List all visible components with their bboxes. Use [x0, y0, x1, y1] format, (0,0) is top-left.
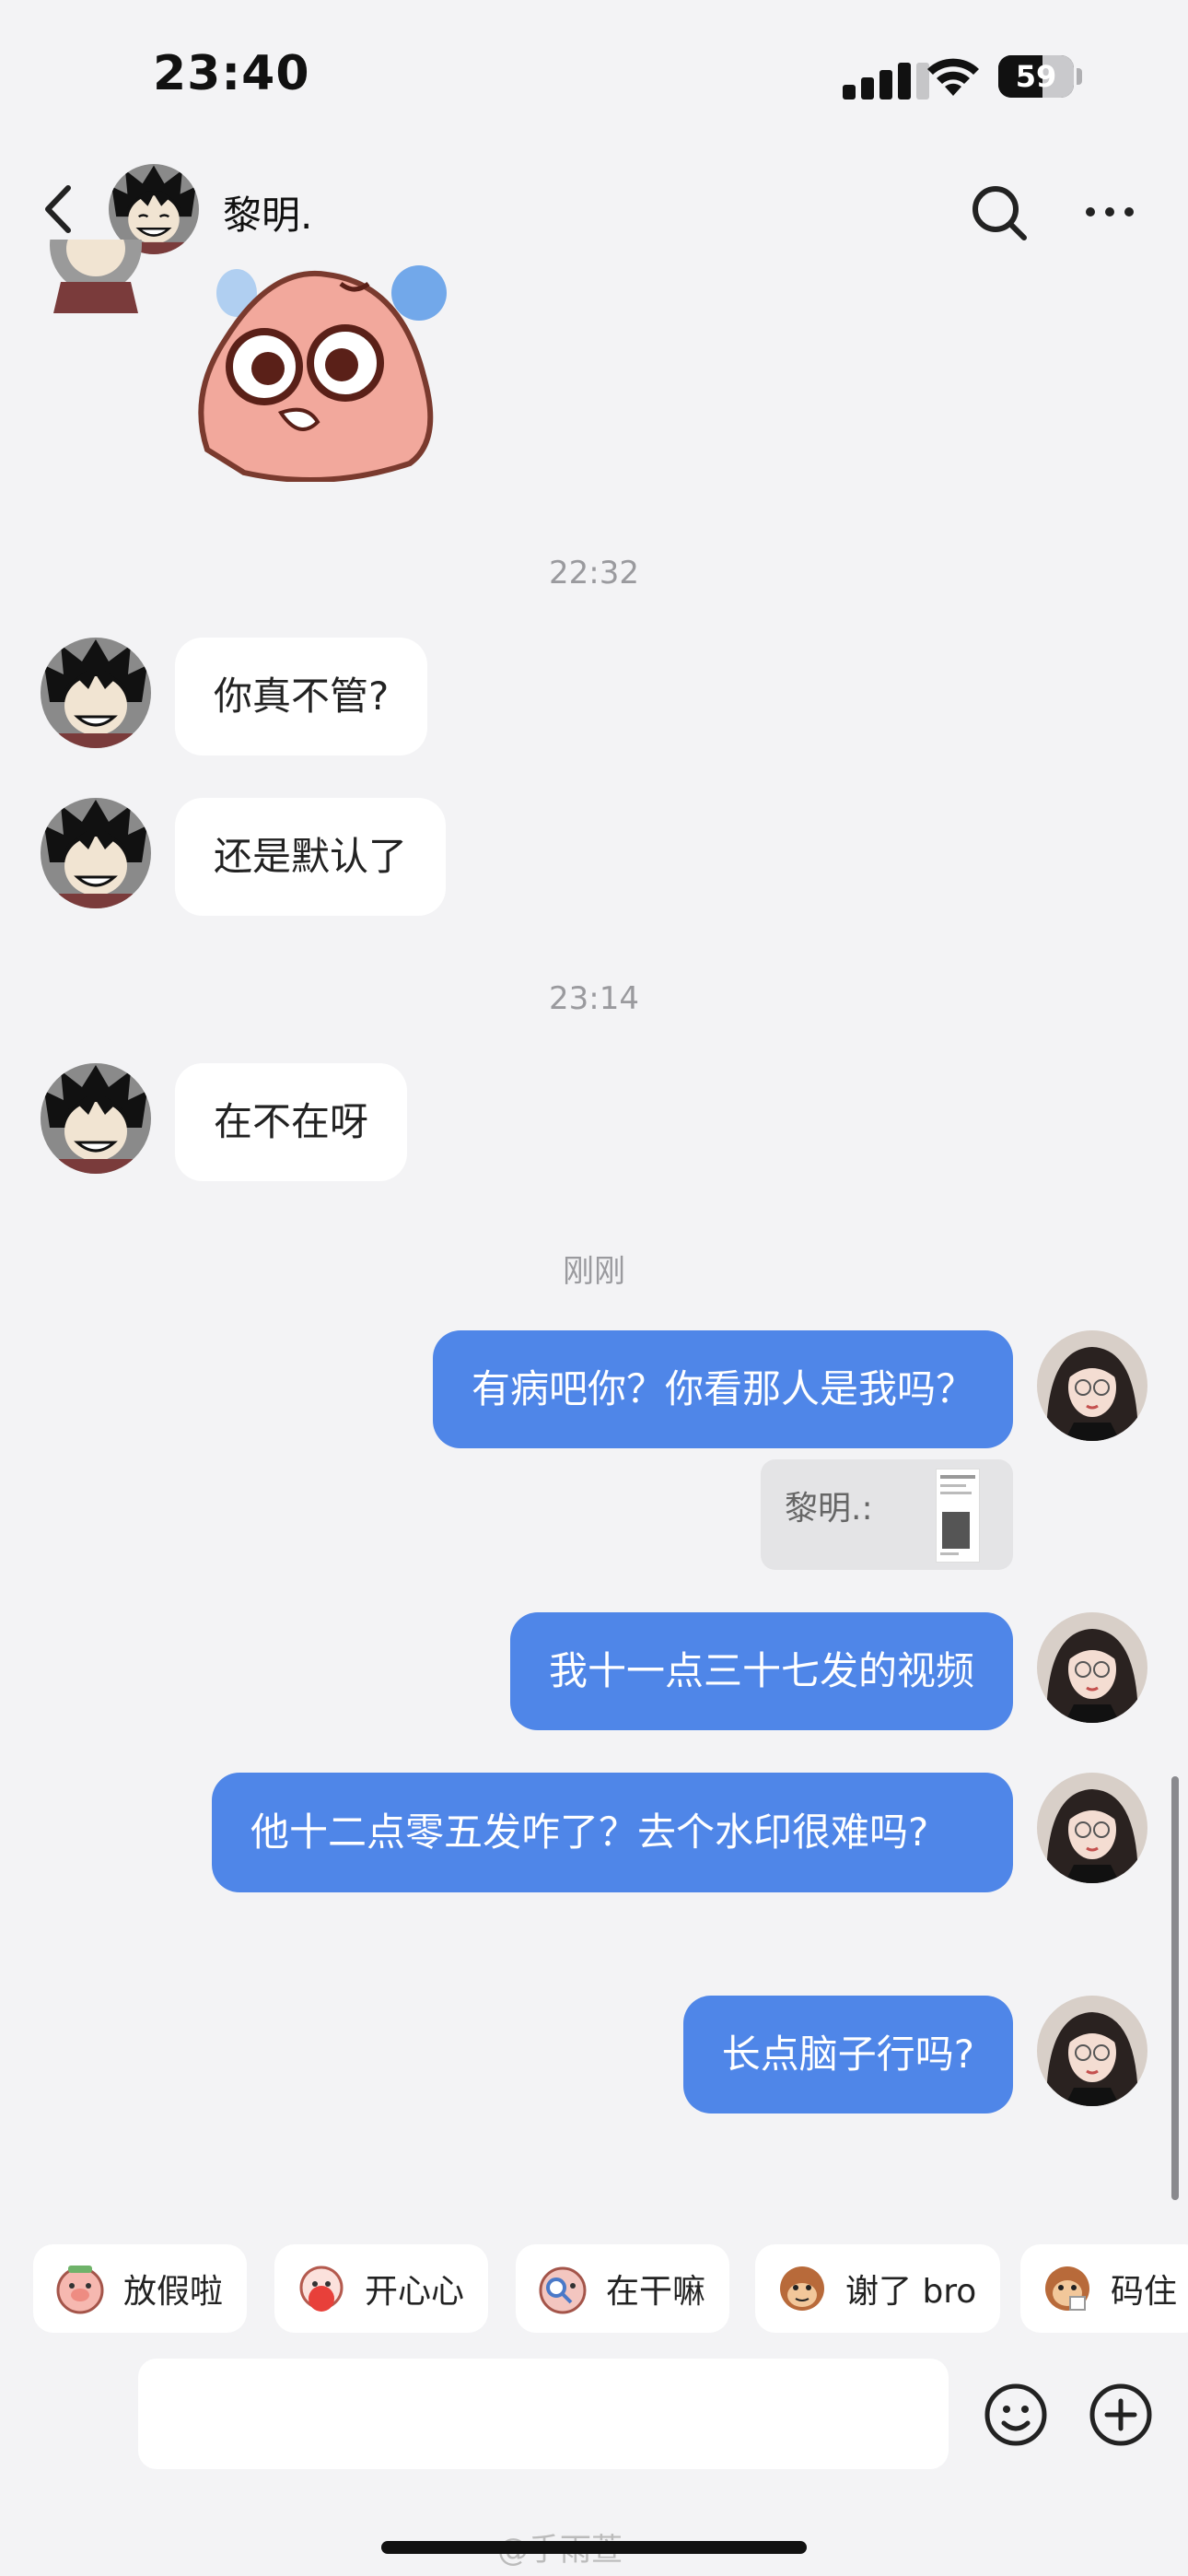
my-avatar[interactable] — [1037, 1330, 1147, 1441]
quick-reply-label: 谢了 bro — [845, 2273, 977, 2311]
timestamp: 23:14 — [549, 980, 639, 1017]
outgoing-message-bubble[interactable]: 他十二点零五发咋了？去个水印很难吗? — [212, 1773, 1013, 1892]
more-options-icon[interactable] — [1077, 184, 1142, 240]
quick-reply-chip[interactable]: 在干嘛 — [516, 2244, 730, 2333]
quick-reply-chip[interactable]: 放假啦 — [33, 2244, 248, 2333]
quoted-sender-name: 黎明.: — [785, 1490, 873, 1528]
search-icon[interactable] — [967, 181, 1031, 245]
plus-icon[interactable] — [1089, 2383, 1153, 2447]
home-indicator[interactable] — [381, 2541, 807, 2554]
quick-reply-label: 开心心 — [365, 2273, 465, 2311]
message-input[interactable] — [138, 2359, 949, 2469]
monkey-note-sticker-icon — [1045, 2266, 1089, 2311]
timestamp: 刚刚 — [563, 1253, 625, 1290]
blob-sticker-image[interactable] — [189, 265, 460, 482]
quoted-message[interactable]: 黎明.: — [761, 1459, 1013, 1570]
incoming-message-bubble[interactable]: 在不在呀 — [175, 1063, 408, 1181]
wifi-icon — [927, 58, 979, 96]
my-avatar[interactable] — [1037, 1612, 1147, 1723]
monkey-sticker-icon — [780, 2266, 824, 2311]
contact-avatar[interactable] — [41, 798, 151, 908]
timestamp: 22:32 — [549, 555, 639, 591]
quoted-thumbnail-image — [936, 1469, 980, 1563]
battery-indicator: 59 — [998, 55, 1083, 98]
peek-sticker-icon — [539, 2266, 587, 2314]
status-time: 23:40 — [153, 46, 310, 101]
contact-name[interactable]: 黎明. — [223, 184, 312, 240]
pig-sticker-icon — [56, 2266, 104, 2314]
scrollbar[interactable] — [1171, 1776, 1179, 2200]
quick-reply-label: 码住 — [1111, 2273, 1178, 2311]
outgoing-message-bubble[interactable]: 长点脑子行吗? — [682, 1996, 1013, 2113]
quick-reply-label: 放假啦 — [123, 2273, 224, 2311]
incoming-message-bubble[interactable]: 还是默认了 — [175, 798, 447, 916]
my-avatar[interactable] — [1037, 1773, 1147, 1883]
outgoing-message-bubble[interactable]: 有病吧你？你看那人是我吗？ — [432, 1330, 1013, 1448]
quick-reply-chip[interactable]: 开心心 — [274, 2244, 489, 2333]
incoming-message-bubble[interactable]: 你真不管? — [175, 638, 428, 755]
back-button[interactable] — [31, 177, 87, 241]
contact-avatar-partial — [41, 240, 151, 313]
contact-avatar[interactable] — [41, 638, 151, 748]
outgoing-message-bubble[interactable]: 我十一点三十七发的视频 — [509, 1612, 1013, 1730]
quick-reply-chip[interactable]: 谢了 bro — [755, 2244, 1001, 2333]
contact-avatar[interactable] — [41, 1063, 151, 1174]
cellular-signal-icon — [843, 63, 929, 100]
battery-percentage: 59 — [1015, 59, 1057, 94]
happy-sticker-icon — [299, 2266, 344, 2312]
my-avatar[interactable] — [1037, 1996, 1147, 2106]
quick-reply-label: 在干嘛 — [606, 2273, 706, 2311]
emoji-icon[interactable] — [984, 2383, 1048, 2447]
quick-reply-chip[interactable]: 码住 — [1020, 2244, 1188, 2333]
